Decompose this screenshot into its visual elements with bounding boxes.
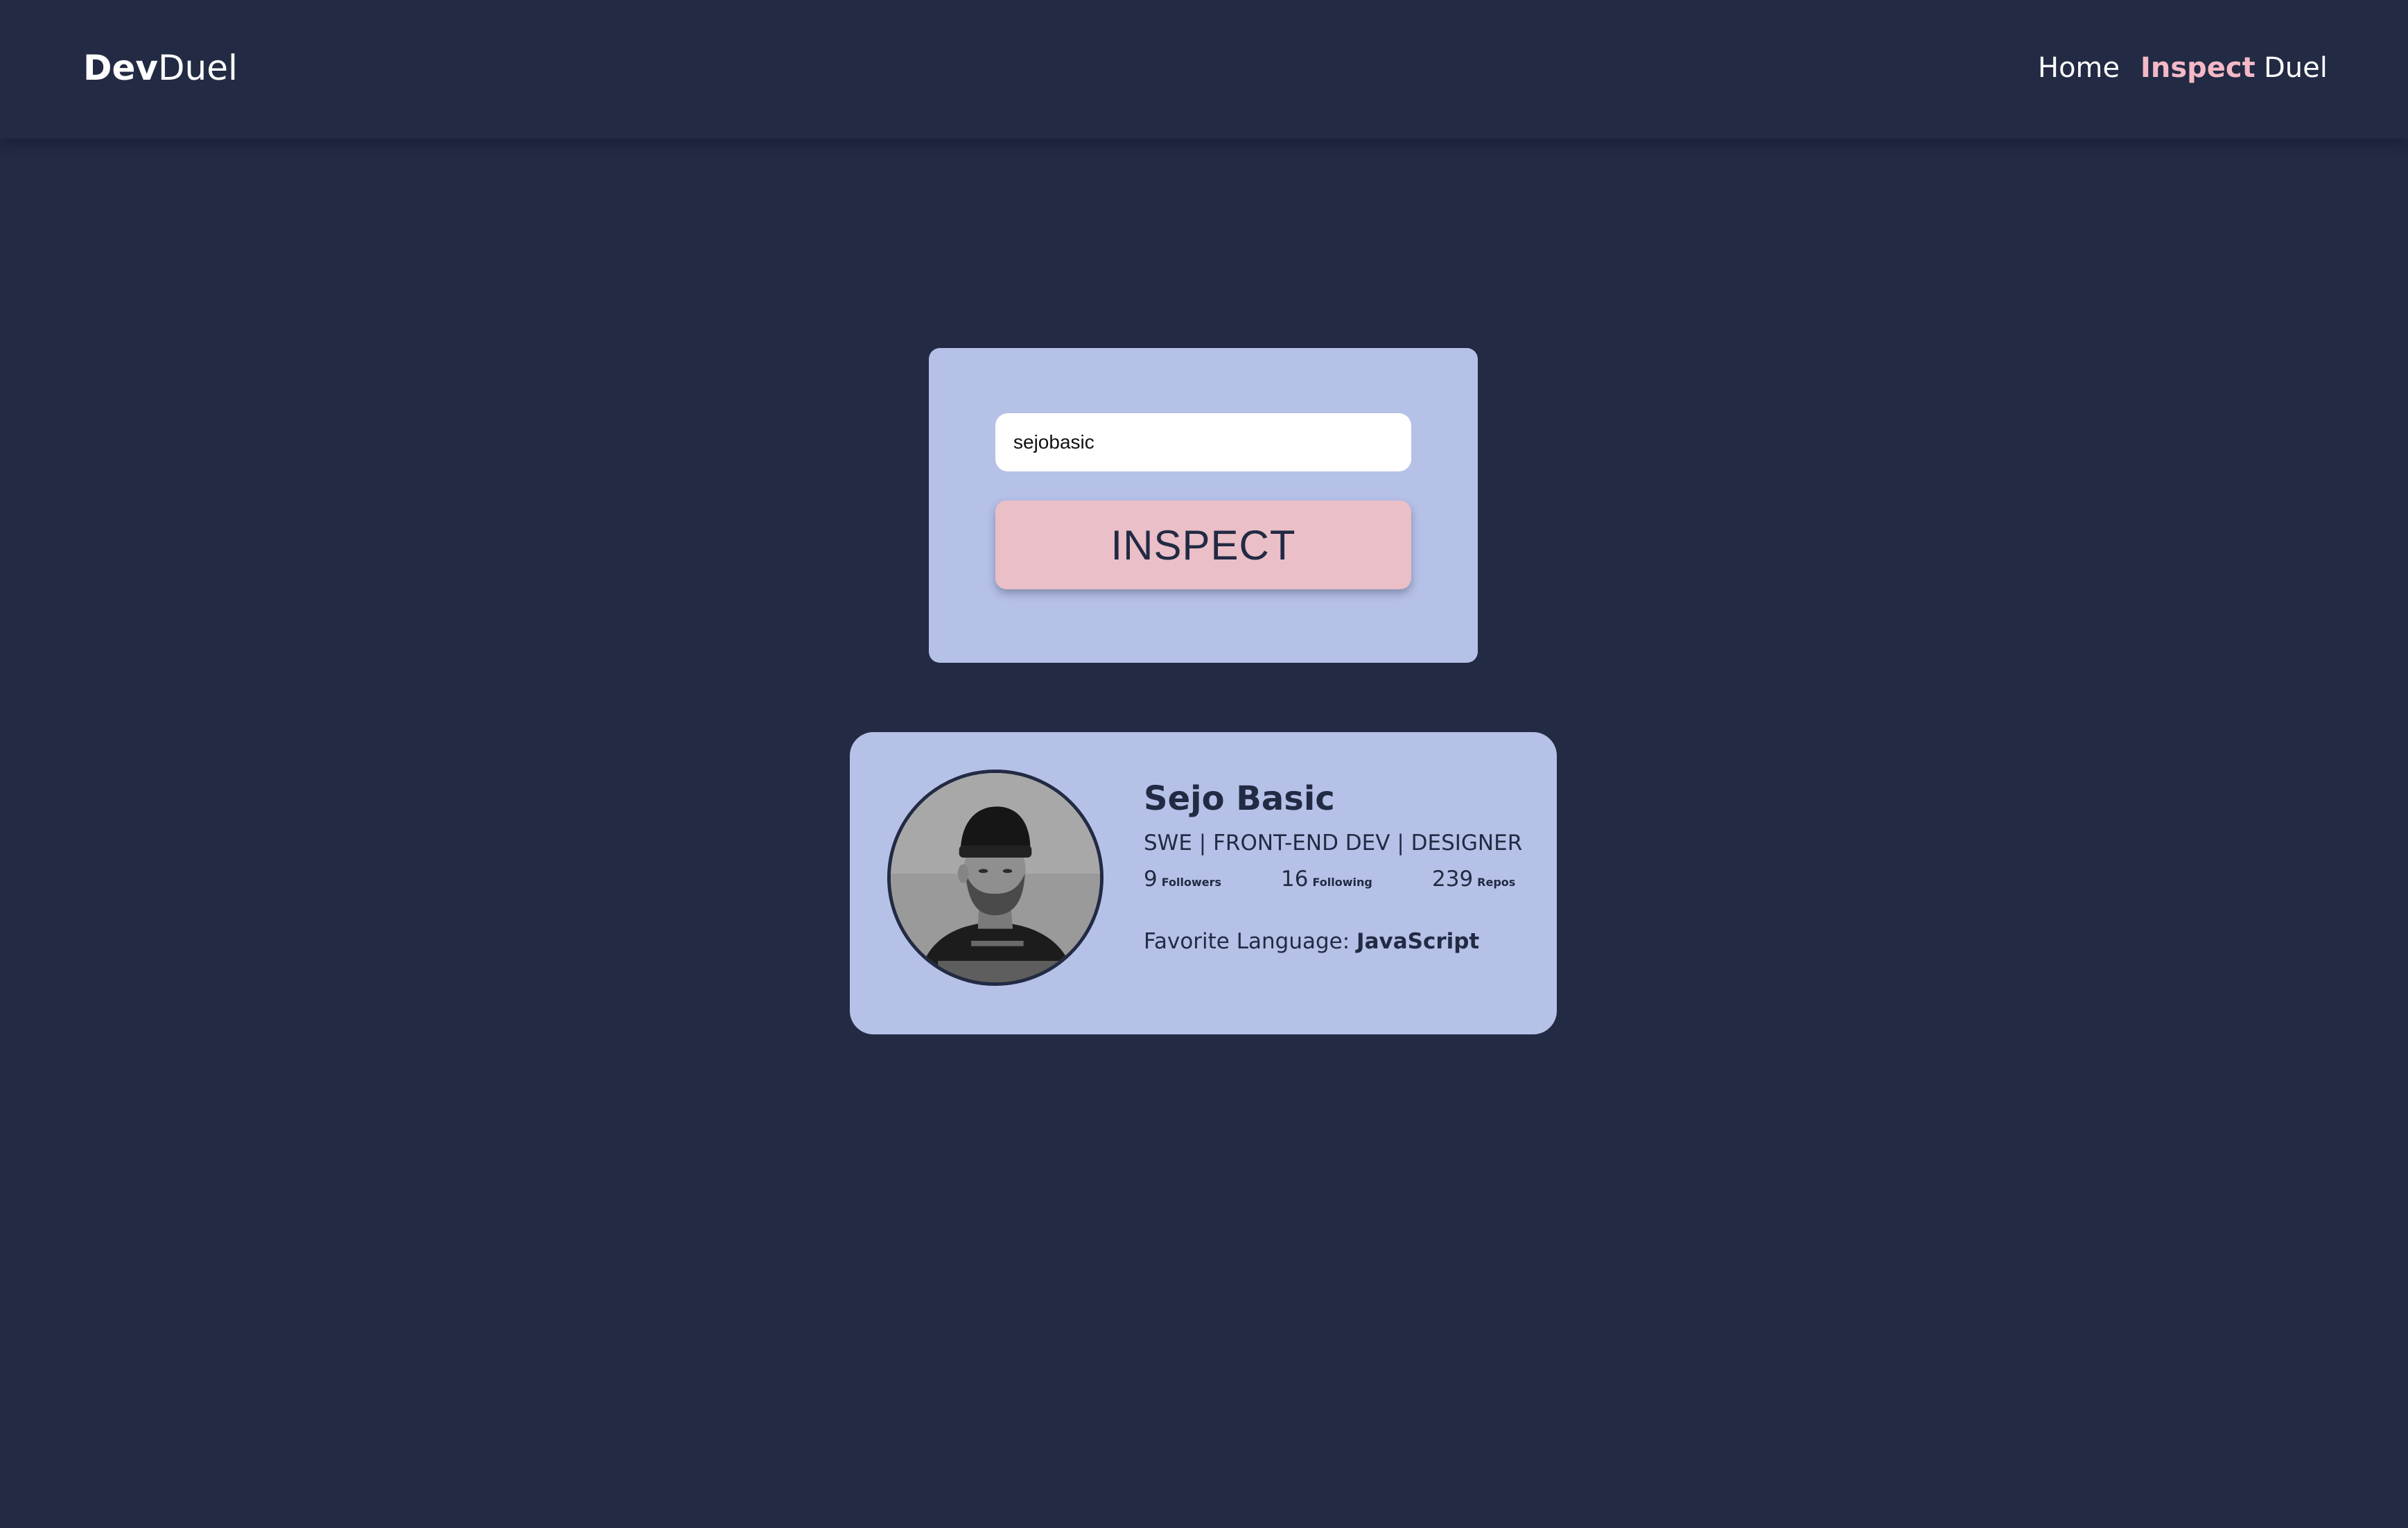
nav-link-home[interactable]: Home <box>2038 49 2120 87</box>
favorite-language: Favorite Language: JavaScript <box>1144 928 1479 955</box>
brand-logo-bold: Dev <box>83 48 159 88</box>
nav-link-duel[interactable]: Duel <box>2264 49 2328 87</box>
inspect-button[interactable]: INSPECT <box>995 501 1411 589</box>
following-count: 16 <box>1281 867 1309 892</box>
repos-count: 239 <box>1432 867 1474 892</box>
navbar: DevDuel Home Inspect Duel <box>0 0 2408 139</box>
brand-logo[interactable]: DevDuel <box>83 46 238 90</box>
user-avatar-photo-icon <box>891 773 1100 982</box>
stat-following: 16 Following <box>1281 865 1372 893</box>
avatar <box>887 770 1103 986</box>
profile-card: Sejo Basic SWE | FRONT-END DEV | DESIGNE… <box>850 732 1557 1034</box>
following-label: Following <box>1312 876 1372 889</box>
nav-link-inspect[interactable]: Inspect <box>2140 49 2256 87</box>
profile-name: Sejo Basic <box>1144 779 1335 818</box>
repos-label: Repos <box>1477 876 1516 889</box>
stat-repos: 239 Repos <box>1432 865 1515 893</box>
profile-bio: SWE | FRONT-END DEV | DESIGNER <box>1144 831 1523 856</box>
search-card: INSPECT <box>929 348 1478 663</box>
followers-count: 9 <box>1144 867 1158 892</box>
followers-label: Followers <box>1161 876 1222 889</box>
stat-followers: 9 Followers <box>1144 865 1221 893</box>
favorite-language-label: Favorite Language: <box>1144 929 1350 954</box>
favorite-language-value: JavaScript <box>1356 929 1480 954</box>
username-input[interactable] <box>995 413 1411 471</box>
brand-logo-light: Duel <box>158 48 238 88</box>
